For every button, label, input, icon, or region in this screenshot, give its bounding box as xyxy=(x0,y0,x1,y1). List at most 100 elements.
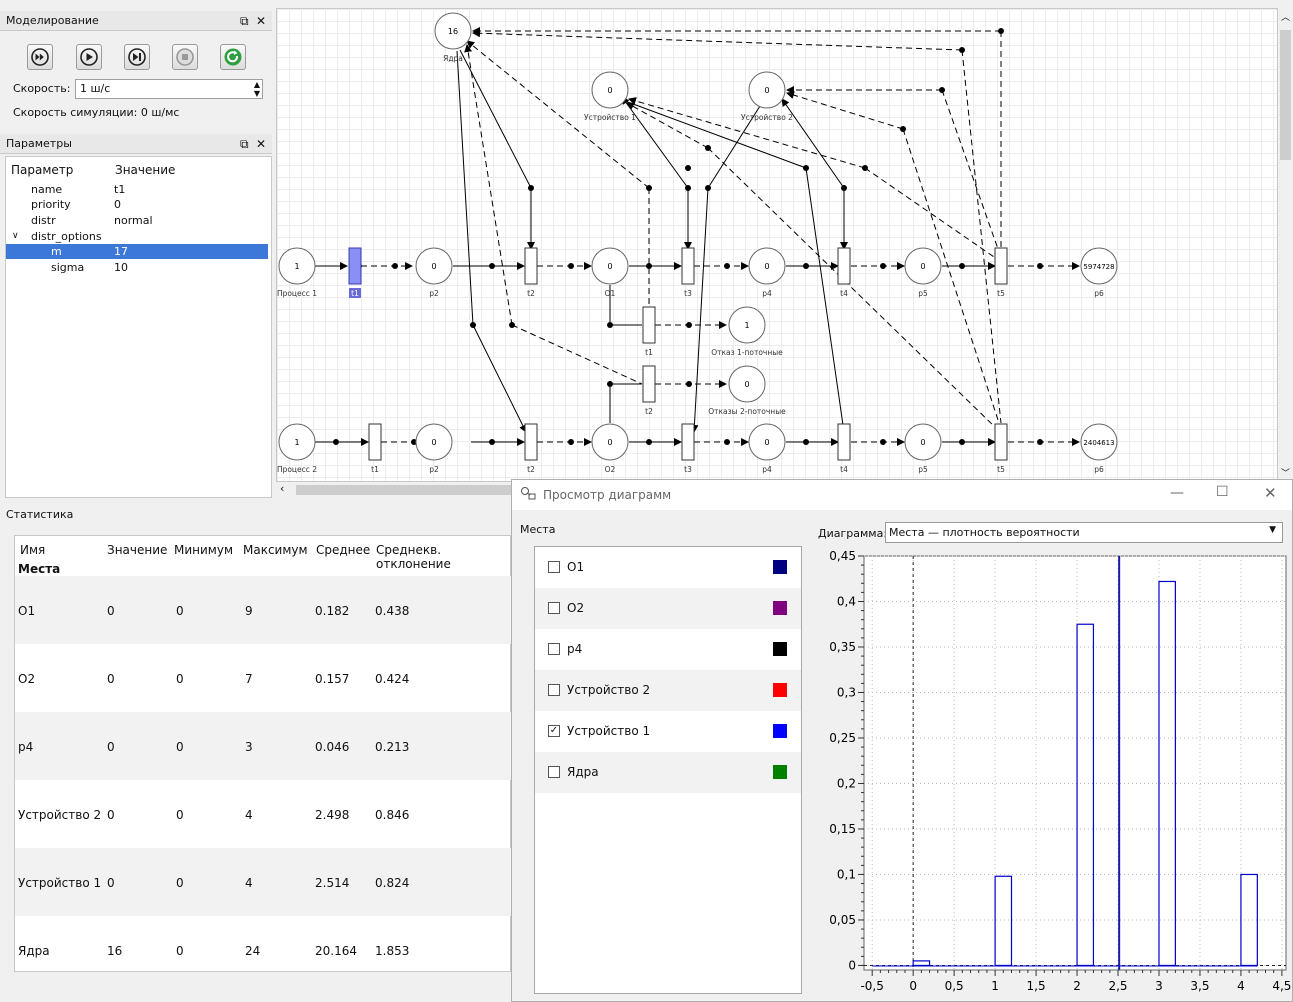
transition[interactable] xyxy=(837,423,851,461)
float-icon[interactable]: ⧉ xyxy=(240,11,249,31)
x-tick-label: -0,5 xyxy=(860,979,883,993)
token-count: 0 xyxy=(744,380,749,389)
transition[interactable] xyxy=(994,423,1008,461)
refresh-button[interactable] xyxy=(220,44,246,70)
place-list-item[interactable]: O1 xyxy=(535,547,801,588)
arc-point xyxy=(959,439,965,445)
minimize-icon[interactable]: — xyxy=(1170,485,1184,501)
place-label: O2 xyxy=(605,465,616,474)
stat-name-cell: O2 xyxy=(18,672,36,686)
y-tick-label: 0,1 xyxy=(837,867,856,881)
arc-point xyxy=(489,439,495,445)
places-list[interactable]: O1 O2 p4 Устройство 2 ✓ Устройство 1 Ядра xyxy=(534,546,802,994)
color-swatch[interactable] xyxy=(773,601,787,615)
transition[interactable] xyxy=(681,423,695,461)
place-list-item[interactable]: p4 xyxy=(535,629,801,670)
canvas-vertical-scrollbar[interactable]: ︿ ﹀ xyxy=(1278,8,1293,482)
param-row[interactable]: sigma 10 xyxy=(6,260,268,275)
place-checkbox[interactable] xyxy=(548,643,560,655)
place-list-item[interactable]: O2 xyxy=(535,588,801,629)
color-swatch[interactable] xyxy=(773,560,787,574)
transition[interactable] xyxy=(524,423,538,461)
col-header[interactable]: Значение xyxy=(107,543,167,557)
token-count: 16 xyxy=(448,27,458,36)
col-header[interactable]: Максимум xyxy=(243,543,308,557)
close-icon[interactable]: ✕ xyxy=(256,134,266,154)
scroll-left-icon[interactable]: ‹ xyxy=(280,482,284,495)
play-button[interactable] xyxy=(76,44,102,70)
param-row[interactable]: distr normal xyxy=(6,213,268,228)
y-tick-label: 0,25 xyxy=(829,731,856,745)
stat-value-cell: 1.853 xyxy=(375,944,410,958)
place-checkbox[interactable] xyxy=(548,561,560,573)
diagram-type-select[interactable]: Места — плотность вероятности ▼ xyxy=(885,522,1283,543)
petri-net[interactable]: 1 Процесс 1 0 p2 0 O1 0 p4 0 p5 5974728 p6 t1 t2 t3 t4 t… xyxy=(277,9,1278,482)
histogram-chart[interactable]: -0,5 0 0,5 1 1,5 2 2,5 3 3,5 4 4,5 0 0,05 0,1 0,15 0,2 0… xyxy=(802,546,1292,1001)
place-label: Устройство 2 xyxy=(741,113,793,122)
param-row[interactable]: priority 0 xyxy=(6,197,268,212)
arc-point xyxy=(646,439,652,445)
transition[interactable] xyxy=(837,247,851,285)
params-title: Параметры xyxy=(6,137,72,150)
transition[interactable] xyxy=(994,247,1008,285)
close-icon[interactable]: ✕ xyxy=(1264,484,1277,502)
col-header[interactable]: Минимум xyxy=(174,543,233,557)
arc-point xyxy=(470,322,476,328)
color-swatch[interactable] xyxy=(773,765,787,779)
canvas-horizontal-scrollbar[interactable]: ‹ xyxy=(276,482,516,498)
arc-point xyxy=(686,322,692,328)
place-label: O1 xyxy=(605,289,616,298)
diagram-type-value: Места — плотность вероятности xyxy=(889,526,1080,539)
chevron-down-icon[interactable]: ∨ xyxy=(12,229,19,244)
transition[interactable] xyxy=(524,247,538,285)
speed-input[interactable]: 1 ш/с ▲ ▼ xyxy=(75,79,263,99)
place-list-item[interactable]: Устройство 2 xyxy=(535,670,801,711)
scroll-down-icon[interactable]: ﹀ xyxy=(1281,466,1290,479)
param-row[interactable]: name t1 xyxy=(6,182,268,197)
transition[interactable] xyxy=(368,423,382,461)
color-swatch[interactable] xyxy=(773,683,787,697)
scroll-thumb[interactable] xyxy=(1280,30,1291,160)
token-count: 0 xyxy=(920,262,925,271)
params-tree[interactable]: Параметр Значение name t1 priority 0 distr… xyxy=(5,156,272,498)
stats-table[interactable]: Имя Значение Минимум Максимум Среднее Ср… xyxy=(14,535,511,972)
stat-value-cell: 0.846 xyxy=(375,808,410,822)
close-icon[interactable]: ✕ xyxy=(256,11,266,31)
maximize-icon[interactable]: ☐ xyxy=(1216,484,1229,500)
diagram-window[interactable]: Просмотр диаграмм — ☐ ✕ Места O1 O2 p4 Устр… xyxy=(511,479,1293,1002)
stat-value-cell: 20.164 xyxy=(315,944,357,958)
transition[interactable] xyxy=(348,247,362,285)
x-tick-label: 3,5 xyxy=(1190,979,1209,993)
stop-button[interactable] xyxy=(172,44,198,70)
param-row-selected[interactable]: m 17 xyxy=(6,244,268,259)
transition[interactable] xyxy=(681,247,695,285)
col-header[interactable]: Среднее xyxy=(316,543,370,557)
arc-point xyxy=(705,185,711,191)
fast-forward-button[interactable] xyxy=(27,44,53,70)
place-list-item[interactable]: Ядра xyxy=(535,752,801,793)
transition[interactable] xyxy=(642,306,656,344)
place-checkbox[interactable] xyxy=(548,602,560,614)
chevron-down-icon[interactable]: ▼ xyxy=(1269,525,1276,535)
place-checkbox[interactable] xyxy=(548,684,560,696)
place-checkbox[interactable]: ✓ xyxy=(548,725,560,737)
arc-point xyxy=(959,263,965,269)
col-header[interactable]: Среднекв. отклонение xyxy=(376,543,510,571)
step-button[interactable] xyxy=(124,44,150,70)
place-checkbox[interactable] xyxy=(548,766,560,778)
color-swatch[interactable] xyxy=(773,642,787,656)
transition[interactable] xyxy=(642,365,656,403)
float-icon[interactable]: ⧉ xyxy=(240,134,249,154)
scroll-up-icon[interactable]: ︿ xyxy=(1281,10,1290,23)
scroll-thumb[interactable] xyxy=(296,485,511,495)
col-header[interactable]: Имя xyxy=(20,543,45,557)
diagram-window-title: Просмотр диаграмм xyxy=(543,488,672,502)
spin-arrows-icon[interactable]: ▲ ▼ xyxy=(254,80,260,98)
place-list-item[interactable]: ✓ Устройство 1 xyxy=(535,711,801,752)
stat-value-cell: 3 xyxy=(245,740,253,754)
param-row[interactable]: ∨ distr_options xyxy=(6,229,268,244)
petri-net-canvas[interactable]: 1 Процесс 1 0 p2 0 O1 0 p4 0 p5 5974728 p6 t1 t2 t3 t4 t… xyxy=(276,8,1278,482)
arc-point xyxy=(528,185,534,191)
param-name: m xyxy=(51,245,62,258)
color-swatch[interactable] xyxy=(773,724,787,738)
